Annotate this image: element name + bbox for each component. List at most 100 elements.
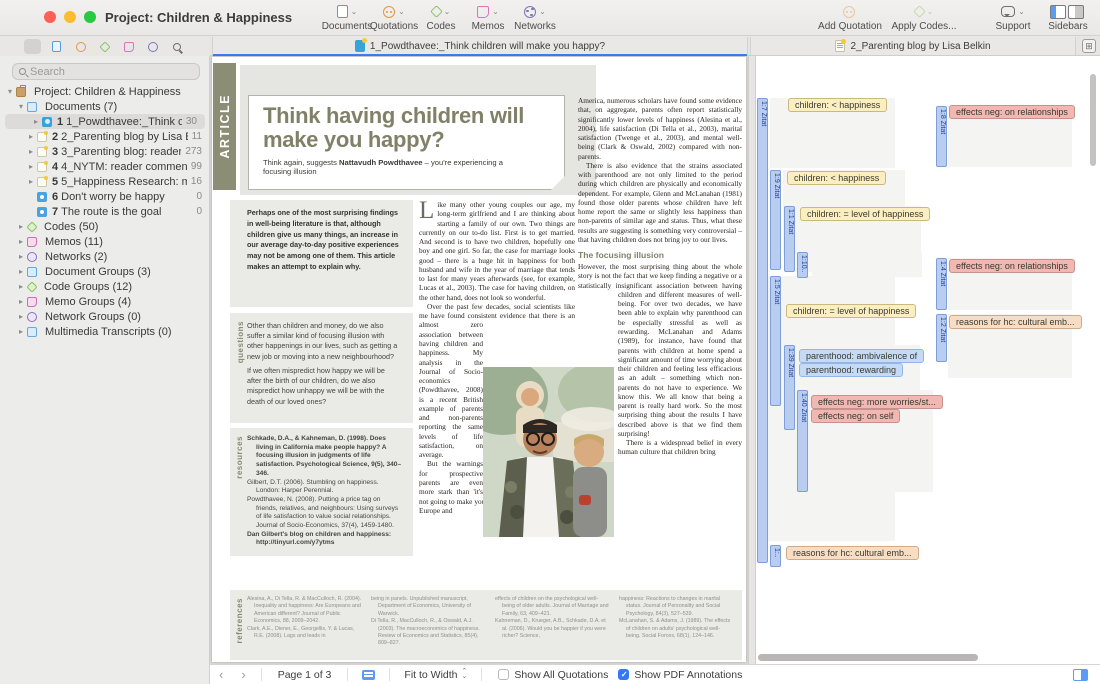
toolbar-button[interactable]: ⌄ Networks bbox=[503, 3, 567, 32]
chevron-down-icon: ⌄ bbox=[927, 7, 934, 16]
code-label[interactable]: effects neg: on relationships bbox=[949, 105, 1075, 119]
disclosure-chevron[interactable]: ▸ bbox=[30, 117, 42, 126]
tree-row[interactable]: ▸ 3 3_Parenting blog: reader comm... 273 bbox=[0, 144, 210, 159]
sidebar-toolbar-icon[interactable] bbox=[24, 39, 41, 54]
sidebar-toolbar-icon[interactable] bbox=[168, 39, 185, 54]
show-pdf-annotations-label: Show PDF Annotations bbox=[634, 669, 742, 681]
margin-annotation-panel[interactable]: 1:7 Zitat 1:8 Zitat 1:9 Zitat1:1 Zitat1:10… bbox=[756, 56, 1100, 664]
tree-row[interactable]: ▸ Codes (50) bbox=[0, 219, 210, 234]
tree-row[interactable]: ▸ Network Groups (0) bbox=[0, 309, 210, 324]
quotation-bar[interactable]: 1:8 Zitat bbox=[936, 106, 947, 167]
code-label[interactable]: effects neg: more worries/st... bbox=[811, 395, 943, 409]
toolbar-button[interactable]: Add Quotation bbox=[815, 3, 885, 32]
previous-page-button[interactable]: ‹ bbox=[210, 666, 232, 684]
disclosure-chevron[interactable]: ▸ bbox=[15, 237, 27, 246]
disclosure-chevron[interactable]: ▾ bbox=[15, 102, 27, 111]
sidebar-toolbar-icon[interactable] bbox=[96, 39, 113, 54]
tree-row[interactable]: ▾ Project: Children & Happiness bbox=[0, 84, 210, 99]
tree-row[interactable]: ▸ Multimedia Transcripts (0) bbox=[0, 324, 210, 339]
disclosure-chevron[interactable]: ▸ bbox=[15, 222, 27, 231]
tree-row[interactable]: ▸ Networks (2) bbox=[0, 249, 210, 264]
sidebar-toolbar-icon[interactable] bbox=[72, 39, 89, 54]
tree-item-label: 4_NYTM: reader comments on ar... bbox=[61, 161, 187, 173]
toolbar-button[interactable]: ⌄ Apply Codes... bbox=[885, 3, 963, 32]
pdf-page[interactable]: ARTICLE Think having children will make … bbox=[212, 57, 746, 662]
document-number: 4 bbox=[52, 161, 58, 173]
tree-row[interactable]: 7 The route is the goal 0 bbox=[0, 204, 210, 219]
show-all-quotations-checkbox[interactable] bbox=[498, 669, 509, 680]
split-editor-button[interactable]: ⊞ bbox=[1082, 39, 1096, 53]
quotation-bar[interactable]: 1:4 Zitat bbox=[936, 258, 947, 310]
code-label[interactable]: effects neg: on relationships bbox=[949, 259, 1075, 273]
disclosure-chevron[interactable]: ▸ bbox=[15, 282, 27, 291]
tree-row[interactable]: ▸ Memos (11) bbox=[0, 234, 210, 249]
quotation-bar[interactable]: 1:.. bbox=[770, 545, 781, 567]
sidebar-toolbar-icon[interactable] bbox=[120, 39, 137, 54]
pdf-viewer[interactable]: ARTICLE Think having children will make … bbox=[210, 56, 748, 664]
document-tab[interactable]: 1_Powdthavee:_Think children will make y… bbox=[212, 37, 748, 55]
chevron-down-icon: ⌄ bbox=[398, 7, 405, 16]
code-label[interactable]: effects neg: on self bbox=[811, 409, 900, 423]
quotation-bar[interactable]: 1:2 Zitat bbox=[936, 314, 947, 362]
code-label[interactable]: parenthood: ambivalence of bbox=[799, 349, 924, 363]
quotation-bar[interactable]: 1:39 Zitat bbox=[784, 345, 795, 430]
code-label[interactable]: children: < happiness bbox=[788, 98, 887, 112]
disclosure-chevron[interactable]: ▾ bbox=[4, 87, 16, 96]
questions-label: questions bbox=[235, 321, 246, 363]
panel-divider[interactable] bbox=[748, 56, 756, 664]
disclosure-chevron[interactable]: ▸ bbox=[25, 162, 37, 171]
quotation-bar[interactable]: 1:7 Zitat bbox=[757, 98, 768, 563]
disclosure-chevron[interactable]: ▸ bbox=[25, 177, 37, 186]
vertical-scrollbar-thumb[interactable] bbox=[1090, 74, 1096, 166]
code-label[interactable]: children: = level of happiness bbox=[786, 304, 916, 318]
search-input[interactable]: Search bbox=[12, 63, 200, 80]
toolbar-button[interactable]: Sidebars bbox=[1042, 3, 1094, 32]
show-pdf-annotations-checkbox[interactable] bbox=[618, 669, 629, 680]
disclosure-chevron[interactable]: ▸ bbox=[15, 252, 27, 261]
sidebar-toolbar-icon[interactable] bbox=[144, 39, 161, 54]
tree-row[interactable]: ▸ 5 5_Happiness Research: main find... 1… bbox=[0, 174, 210, 189]
quotation-bar[interactable]: 1:9 Zitat bbox=[770, 170, 781, 270]
tree-item-icon bbox=[42, 117, 52, 127]
tree-row[interactable]: ▸ Memo Groups (4) bbox=[0, 294, 210, 309]
code-label[interactable]: parenthood: rewarding bbox=[799, 363, 903, 377]
code-label[interactable]: reasons for hc: cultural emb... bbox=[786, 546, 919, 560]
disclosure-chevron[interactable]: ▸ bbox=[15, 267, 27, 276]
page-thumbnails-icon[interactable] bbox=[362, 670, 375, 680]
disclosure-chevron[interactable]: ▸ bbox=[25, 147, 37, 156]
document-tab[interactable]: 2_Parenting blog by Lisa Belkin bbox=[750, 37, 1076, 55]
quotation-bar[interactable]: 1:10.. bbox=[797, 252, 808, 278]
code-label[interactable]: children: = level of happiness bbox=[800, 207, 930, 221]
tree-row[interactable]: ▸ 1 1_Powdthavee:_Think children wil... … bbox=[5, 114, 205, 129]
maximize-window-button[interactable] bbox=[84, 11, 96, 23]
tree-row[interactable]: 6 Don't worry be happy 0 bbox=[0, 189, 210, 204]
code-label[interactable]: children: < happiness bbox=[787, 171, 886, 185]
document-tab-label: 2_Parenting blog by Lisa Belkin bbox=[850, 41, 990, 52]
horizontal-scrollbar-thumb[interactable] bbox=[758, 654, 978, 661]
close-window-button[interactable] bbox=[44, 11, 56, 23]
code-label[interactable]: reasons for hc: cultural emb... bbox=[949, 315, 1082, 329]
disclosure-chevron[interactable]: ▸ bbox=[15, 312, 27, 321]
tree-row[interactable]: ▾ Documents (7) bbox=[0, 99, 210, 114]
zoom-mode-select[interactable]: Fit to Width ⌃⌄ bbox=[396, 669, 475, 681]
quotation-bar[interactable]: 1:5 Zitat bbox=[770, 276, 781, 406]
tree-row[interactable]: ▸ Document Groups (3) bbox=[0, 264, 210, 279]
sidebar-toolbar-icon[interactable] bbox=[48, 39, 65, 54]
disclosure-chevron[interactable]: ▸ bbox=[15, 297, 27, 306]
quotation-bar[interactable]: 1:40 Zitat bbox=[797, 390, 808, 492]
toolbar-button-icon bbox=[383, 6, 395, 18]
toggle-margin-panel-icon[interactable] bbox=[1073, 669, 1088, 681]
tree-row[interactable]: ▸ 4 4_NYTM: reader comments on ar... 99 bbox=[0, 159, 210, 174]
disclosure-chevron[interactable]: ▸ bbox=[15, 327, 27, 336]
icon-glyph bbox=[124, 42, 134, 52]
article-photo bbox=[483, 367, 614, 537]
tree-row[interactable]: ▸ 2 2_Parenting blog by Lisa Belkin 11 bbox=[0, 129, 210, 144]
tree-row[interactable]: ▸ Code Groups (12) bbox=[0, 279, 210, 294]
quotation-bar[interactable]: 1:1 Zitat bbox=[784, 206, 795, 272]
tree-item-icon bbox=[27, 312, 37, 322]
disclosure-chevron[interactable]: ▸ bbox=[25, 132, 37, 141]
toolbar-button[interactable]: ⌄ Support bbox=[985, 3, 1041, 32]
minimize-window-button[interactable] bbox=[64, 11, 76, 23]
next-page-button[interactable]: › bbox=[232, 666, 254, 684]
icon-glyph bbox=[27, 41, 38, 52]
